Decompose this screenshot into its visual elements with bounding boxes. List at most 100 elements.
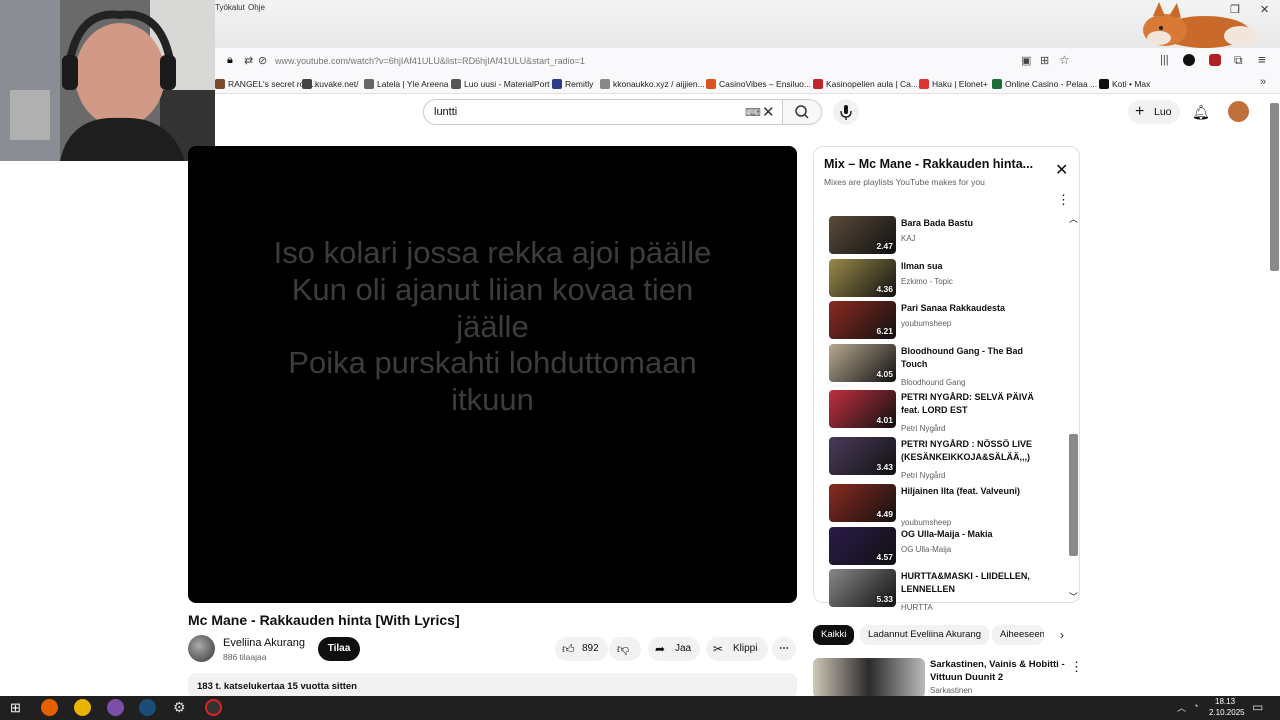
playlist-thumbnail[interactable]: 4.05 — [829, 344, 896, 382]
bookmark-item[interactable]: RANGEL's secret roo... — [215, 79, 316, 89]
recommendation-thumbnail[interactable] — [813, 658, 925, 698]
clear-search-icon[interactable]: ✕ — [762, 103, 775, 121]
extension-icon[interactable] — [1183, 54, 1195, 66]
save-page-icon[interactable]: ⊞ — [1040, 54, 1049, 67]
settings-gear-icon[interactable]: ⚙ — [173, 699, 186, 716]
playlist-thumbnail[interactable]: 6.21 — [829, 301, 896, 339]
bookmark-item[interactable]: Haku | Elonet+ — [919, 79, 988, 89]
shield-extension-icon[interactable] — [1209, 54, 1221, 66]
clock-date[interactable]: 2.10.2025 — [1209, 708, 1245, 717]
pip-icon[interactable]: ▣ — [1021, 54, 1031, 67]
playlist-thumbnail[interactable]: 4.57 — [829, 527, 896, 565]
playlist-item[interactable]: 4.49 Hiljainen Ilta (feat. Valveuni) youbu… — [829, 484, 1069, 527]
playlist-scrollbar[interactable] — [1069, 434, 1078, 556]
playlist-item[interactable]: 4.36 Ilman sua Ezkimo - Topic — [829, 259, 1069, 299]
obs-icon[interactable] — [205, 699, 222, 716]
bookmark-item[interactable]: Kasinopelien aula | Ca... — [813, 79, 918, 89]
library-icon[interactable]: ||| — [1160, 54, 1169, 66]
playlist-menu-icon[interactable]: ⋮ — [1057, 192, 1070, 208]
playlist-thumbnail[interactable]: 4.49 — [829, 484, 896, 522]
playlist-item[interactable]: 4.57 OG Ulla-Maija - Makia OG Ulla-Maija — [829, 527, 1069, 567]
close-playlist-icon[interactable]: ✕ — [1055, 160, 1068, 180]
bookmark-item[interactable]: Remitly — [552, 79, 593, 89]
chevron-down-icon[interactable]: ﹀ — [1069, 590, 1078, 603]
menu-help[interactable]: Ohje — [248, 3, 265, 12]
chrome-icon[interactable] — [74, 699, 91, 716]
recommendation-channel[interactable]: Sarkastinen — [930, 686, 972, 695]
playlist-item[interactable]: 2.47 Bara Bada Bastu KAJ — [829, 216, 1069, 256]
wifi-icon[interactable]: ◔ — [1193, 701, 1198, 711]
clock-time[interactable]: 18.13 — [1215, 697, 1235, 706]
playlist-thumbnail[interactable]: 5.33 — [829, 569, 896, 607]
bookmark-favicon-icon — [992, 79, 1002, 89]
recommendation-title[interactable]: Sarkastinen, Vainis & Hobitti - Vittuun … — [930, 658, 1065, 684]
bookmark-favicon-icon — [600, 79, 610, 89]
notifications-bell-icon[interactable]: 🔔︎ — [1192, 104, 1210, 121]
extensions-puzzle-icon[interactable]: ⧉ — [1234, 53, 1243, 68]
create-label: Luo — [1154, 106, 1172, 118]
tray-chevron-icon[interactable]: ︿ — [1177, 701, 1186, 714]
discord-icon[interactable] — [107, 699, 124, 716]
playlist-title[interactable]: Mix – Mc Mane - Rakkauden hinta... — [824, 157, 1033, 171]
lyric-line: Poika purskahti lohduttomaan — [288, 345, 697, 380]
search-button[interactable] — [782, 99, 822, 125]
bookmark-item[interactable]: kuvake.net/ — [302, 79, 358, 89]
bookmark-item[interactable]: Latela | Yle Areena — [364, 79, 449, 89]
playlist-thumbnail[interactable]: 4.01 — [829, 390, 896, 428]
recommendation-menu-icon[interactable]: ⋮ — [1070, 659, 1083, 675]
bookmark-item[interactable]: kkonaukko.xyz / aijjien... — [600, 79, 705, 89]
clip-button[interactable]: ✂ Klippi — [706, 637, 768, 661]
playlist-item[interactable]: 4.05 Bloodhound Gang - The Bad Touch Blood… — [829, 344, 1069, 387]
playlist-item[interactable]: 6.21 Pari Sanaa Rakkaudesta youbumsheep — [829, 301, 1069, 341]
permissions-icon[interactable]: ⇄ — [244, 54, 253, 67]
account-avatar[interactable] — [1228, 101, 1249, 122]
keyboard-icon[interactable]: ⌨ — [745, 106, 761, 119]
notification-center-icon[interactable]: ▭ — [1252, 700, 1263, 714]
playlist-thumbnail[interactable]: 2.47 — [829, 216, 896, 254]
more-actions-icon[interactable]: ⋯ — [772, 637, 796, 661]
chevron-up-icon[interactable]: ︿ — [1069, 212, 1078, 225]
playlist-thumbnail[interactable]: 3.43 — [829, 437, 896, 475]
bookmark-item[interactable]: Koti • Max — [1099, 79, 1150, 89]
tracking-icon[interactable]: ⊘ — [258, 54, 267, 67]
windows-start-icon[interactable]: ⊞ — [10, 700, 21, 716]
firefox-icon[interactable] — [41, 699, 58, 716]
playlist-item-channel: Bloodhound Gang — [901, 378, 966, 387]
playlist-item-title: Hiljainen Ilta (feat. Valveuni) — [901, 486, 1021, 496]
close-window-icon[interactable]: ✕ — [1260, 3, 1269, 16]
chevron-right-icon[interactable]: › — [1060, 628, 1064, 642]
lyric-line: Iso kolari jossa rekka ajoi päälle — [273, 235, 712, 270]
search-input-value[interactable]: luntti — [434, 106, 457, 118]
bookmarks-overflow-icon[interactable]: » — [1260, 76, 1266, 88]
search-input[interactable] — [423, 99, 783, 125]
create-button[interactable]: + Luo — [1128, 100, 1180, 124]
playlist-item-channel: OG Ulla-Maija — [901, 545, 952, 554]
playlist-item-title: PETRI NYGÅRD : NÖSSÖ LIVE (KESÄNKEIKKOJA… — [901, 439, 1033, 462]
bookmark-item[interactable]: CasinoVibes – Ensiluo... — [706, 79, 811, 89]
subscribe-button[interactable]: Tilaa — [318, 637, 360, 661]
bookmark-item[interactable]: Luo uusi - MaterialPort — [451, 79, 550, 89]
share-button[interactable]: ➦ Jaa — [648, 637, 700, 661]
dislike-button[interactable]: 👎︎ — [609, 637, 641, 661]
playlist-thumbnail[interactable]: 4.36 — [829, 259, 896, 297]
chip-all[interactable]: Kaikki — [813, 625, 855, 645]
bookmark-label: Koti • Max — [1112, 79, 1151, 89]
playlist-item[interactable]: 5.33 HURTTA&MASKI - LIIDELLEN, LENNELLEN H… — [829, 569, 1069, 612]
voice-search-button[interactable] — [833, 99, 859, 125]
hamburger-menu-icon[interactable]: ≡ — [1258, 52, 1266, 67]
channel-name[interactable]: Eveliina Akurang — [223, 637, 305, 649]
url-text[interactable]: www.youtube.com/watch?v=6hjIAf41ULU&list… — [275, 56, 585, 66]
chip-uploader[interactable]: Ladannut Eveliina Akurang — [860, 625, 990, 645]
page-scrollbar[interactable] — [1270, 103, 1279, 271]
chip-related[interactable]: Aiheeseen — [992, 625, 1044, 645]
steam-icon[interactable] — [139, 699, 156, 716]
channel-avatar[interactable] — [188, 635, 215, 662]
menu-tools[interactable]: Työkalut — [215, 3, 245, 12]
bookmark-star-icon[interactable]: ☆ — [1059, 53, 1070, 67]
bookmark-item[interactable]: Online Casino - Pelaa ... — [992, 79, 1097, 89]
bookmark-label: Kasinopelien aula | Ca... — [826, 79, 918, 89]
lock-icon[interactable]: 🔒︎ — [227, 54, 233, 67]
like-button[interactable]: 👍︎ 892 — [555, 637, 608, 661]
playlist-item[interactable]: 3.43 PETRI NYGÅRD : NÖSSÖ LIVE (KESÄNKEIK… — [829, 437, 1069, 480]
playlist-item[interactable]: 4.01 PETRI NYGÅRD: SELVÄ PÄIVÄ feat. LORD… — [829, 390, 1069, 433]
